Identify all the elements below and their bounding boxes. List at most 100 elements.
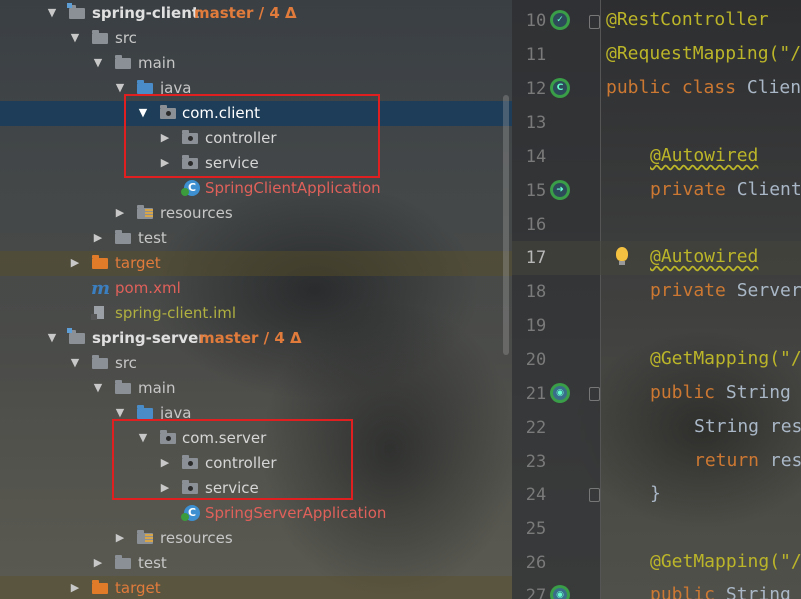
- line-number: 26: [525, 553, 547, 573]
- expand-arrow-icon[interactable]: ▼: [69, 32, 81, 44]
- code-text: public String: [650, 382, 801, 403]
- fold-marker-icon[interactable]: [589, 15, 600, 29]
- code-line: 10 ✓ @RestController: [512, 4, 801, 38]
- code-text: String res: [694, 416, 801, 437]
- request-mapping-gutter-icon[interactable]: ◉: [550, 383, 570, 403]
- tree-node-main[interactable]: ▼ main: [0, 51, 512, 76]
- expand-arrow-icon[interactable]: ▼: [46, 332, 58, 344]
- expand-arrow-icon[interactable]: ▼: [114, 407, 126, 419]
- tree-node-target[interactable]: ▶ target: [0, 251, 512, 276]
- excluded-folder-icon: [91, 580, 109, 596]
- line-number: 10: [525, 11, 547, 31]
- code-line: 22 String res: [512, 411, 801, 445]
- code-line: 21 ◉ public String: [512, 377, 801, 411]
- code-line: 25: [512, 512, 801, 546]
- tree-node-test[interactable]: ▶ test: [0, 551, 512, 576]
- folder-label: main: [138, 379, 176, 397]
- spring-bean-gutter-icon[interactable]: C: [550, 78, 570, 98]
- folder-label: resources: [160, 529, 233, 547]
- tree-node-resources[interactable]: ▶ resources: [0, 201, 512, 226]
- module-folder-icon: [67, 328, 86, 346]
- expand-arrow-icon[interactable]: ▼: [114, 82, 126, 94]
- collapse-arrow-icon[interactable]: ▶: [92, 232, 104, 244]
- tree-node-spring-client[interactable]: ▼ spring-client master / 4 Δ: [0, 1, 512, 26]
- folder-icon: [114, 380, 132, 396]
- folder-label: main: [138, 54, 176, 72]
- vcs-branch-label: master / 4 Δ: [199, 329, 302, 347]
- line-number: 18: [525, 282, 547, 302]
- tree-node-target[interactable]: ▶ target: [0, 576, 512, 599]
- vcs-branch-label: master / 4 Δ: [194, 4, 297, 22]
- resources-folder-icon: [136, 530, 154, 546]
- code-text: }: [650, 483, 661, 504]
- code-text: @GetMapping("/: [650, 348, 801, 369]
- line-number: 17: [525, 248, 547, 268]
- collapse-arrow-icon[interactable]: ▶: [114, 207, 126, 219]
- collapse-arrow-icon[interactable]: ▶: [69, 257, 81, 269]
- module-name: spring-server: [92, 329, 206, 347]
- tree-node-pom[interactable]: m pom.xml: [0, 276, 512, 301]
- line-number: 20: [525, 350, 547, 370]
- code-line: 14 @Autowired: [512, 140, 801, 174]
- line-number: 27: [525, 586, 547, 599]
- line-number: 19: [525, 316, 547, 336]
- autowired-gutter-icon[interactable]: ➜: [550, 180, 570, 200]
- tree-node-src[interactable]: ▼ src: [0, 26, 512, 51]
- tree-node-app-class[interactable]: SpringServerApplication: [0, 501, 512, 526]
- folder-label: target: [115, 254, 161, 272]
- tree-node-iml[interactable]: spring-client.iml: [0, 301, 512, 326]
- tree-node-test[interactable]: ▶ test: [0, 226, 512, 251]
- collapse-arrow-icon[interactable]: ▶: [69, 582, 81, 594]
- code-line: 19: [512, 309, 801, 343]
- folder-label: test: [138, 554, 167, 572]
- class-label: SpringClientApplication: [205, 179, 381, 197]
- code-text: @RequestMapping("/: [606, 43, 801, 64]
- class-label: SpringServerApplication: [205, 504, 387, 522]
- code-text: @Autowired: [650, 246, 759, 267]
- code-line: 23 return res: [512, 445, 801, 479]
- collapse-arrow-icon[interactable]: ▶: [92, 557, 104, 569]
- code-text: @Autowired: [650, 145, 759, 166]
- code-editor[interactable]: 10 ✓ @RestController 11 @RequestMapping(…: [512, 0, 801, 599]
- code-line: 26 @GetMapping("/: [512, 546, 801, 580]
- iml-file-icon: [91, 305, 109, 321]
- line-number: 25: [525, 519, 547, 539]
- expand-arrow-icon[interactable]: ▼: [69, 357, 81, 369]
- code-text: @GetMapping("/: [650, 551, 801, 572]
- code-line: 27 ◉ public String: [512, 579, 801, 599]
- code-text: public String: [650, 584, 801, 599]
- code-line: 24 }: [512, 478, 801, 512]
- folder-label: target: [115, 579, 161, 597]
- folder-icon: [114, 555, 132, 571]
- tree-node-src[interactable]: ▼ src: [0, 351, 512, 376]
- expand-arrow-icon[interactable]: ▼: [46, 7, 58, 19]
- tree-node-resources[interactable]: ▶ resources: [0, 526, 512, 551]
- folder-label: src: [115, 354, 137, 372]
- tree-node-main[interactable]: ▼ main: [0, 376, 512, 401]
- tree-scrollbar[interactable]: [503, 95, 509, 355]
- tree-node-spring-server[interactable]: ▼ spring-server master / 4 Δ: [0, 326, 512, 351]
- excluded-folder-icon: [91, 255, 109, 271]
- expand-arrow-icon[interactable]: ▼: [92, 57, 104, 69]
- file-label: spring-client.iml: [115, 304, 237, 322]
- code-text: private Client: [650, 179, 801, 200]
- code-line: 18 private Server: [512, 275, 801, 309]
- fold-marker-icon[interactable]: [589, 488, 600, 502]
- collapse-arrow-icon[interactable]: ▶: [114, 532, 126, 544]
- code-line: 13: [512, 106, 801, 140]
- fold-marker-icon[interactable]: [589, 387, 600, 401]
- expand-arrow-icon[interactable]: ▼: [92, 382, 104, 394]
- line-number: 16: [525, 215, 547, 235]
- line-number: 11: [525, 45, 547, 65]
- folder-label: src: [115, 29, 137, 47]
- lightbulb-icon[interactable]: [616, 247, 628, 265]
- folder-icon: [91, 30, 109, 46]
- folder-label: resources: [160, 204, 233, 222]
- spring-bean-gutter-icon[interactable]: ✓: [550, 10, 570, 30]
- highlight-box-server-packages: [112, 419, 353, 500]
- tree-node-app-class[interactable]: SpringClientApplication: [0, 176, 512, 201]
- code-text: private Server: [650, 280, 801, 301]
- request-mapping-gutter-icon[interactable]: ◉: [550, 585, 570, 599]
- line-number: 14: [525, 147, 547, 167]
- line-number: 12: [525, 79, 547, 99]
